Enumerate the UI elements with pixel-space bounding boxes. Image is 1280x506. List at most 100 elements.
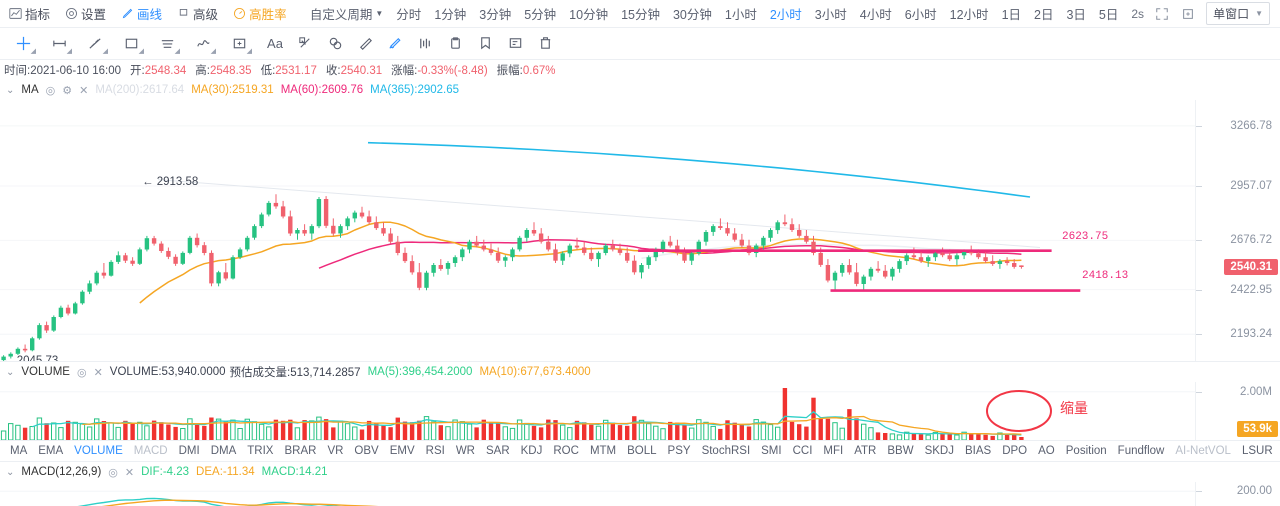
measure-icon[interactable] (410, 30, 440, 58)
toolbar-winrate-button[interactable]: 高胜率 (232, 4, 287, 23)
indicator-tab-kdj[interactable]: KDJ (521, 445, 543, 457)
indicator-tab-stochrsi[interactable]: StochRSI (702, 445, 751, 457)
period-tab-8[interactable]: 2小时 (770, 4, 802, 23)
gear-icon[interactable]: ◎ (77, 366, 87, 379)
horizontal-line-icon[interactable]: ◢ (44, 30, 74, 58)
trend-line-icon[interactable]: ◢ (80, 30, 110, 58)
period-tab-15[interactable]: 3日 (1066, 4, 1085, 23)
refresh-speed-label[interactable]: 2s (1131, 7, 1144, 21)
indicator-tab-emv[interactable]: EMV (390, 445, 415, 457)
wave-icon[interactable]: ◢ (188, 30, 218, 58)
period-tab-5[interactable]: 15分钟 (621, 4, 660, 23)
indicator-tab-vr[interactable]: VR (327, 445, 343, 457)
indicator-tab-ma[interactable]: MA (10, 445, 27, 457)
indicator-tab-psy[interactable]: PSY (668, 445, 691, 457)
rectangle-icon[interactable]: ◢ (116, 30, 146, 58)
volume-chart-panel[interactable]: 缩量 2.00M 53.9k (0, 382, 1280, 440)
chevron-down-icon[interactable]: ⌄ (6, 85, 14, 96)
toolbar-indicator-button[interactable]: 指标 (8, 4, 50, 23)
indicator-tab-dpo[interactable]: DPO (1002, 445, 1027, 457)
indicator-tab-wr[interactable]: WR (456, 445, 475, 457)
bookmark-icon[interactable] (470, 30, 500, 58)
period-tab-6[interactable]: 30分钟 (673, 4, 712, 23)
indicator-tab-atr[interactable]: ATR (854, 445, 876, 457)
close-icon[interactable]: ✕ (94, 366, 103, 379)
period-tab-16[interactable]: 5日 (1099, 4, 1118, 23)
custom-period-dropdown[interactable]: 自定义周期 ▼ (310, 4, 383, 23)
trash-icon[interactable] (530, 30, 560, 58)
price-axis[interactable]: 3266.78 2957.07 2676.72 2422.95 2193.24 2540.… (1195, 100, 1280, 361)
price-plot-area[interactable]: ← 2913.58 ← 2045.73 2623.75 2418.13 (0, 100, 1195, 361)
period-tab-3[interactable]: 5分钟 (524, 4, 556, 23)
fib-box-icon[interactable]: ◢ (224, 30, 254, 58)
tool-options-caret-icon[interactable]: ◢ (103, 47, 108, 55)
indicator-tab-trix[interactable]: TRIX (247, 445, 273, 457)
period-tab-7[interactable]: 1小时 (725, 4, 757, 23)
toolbar-settings-button[interactable]: 设置 (64, 4, 106, 23)
note-edit-icon[interactable] (500, 30, 530, 58)
indicator-tab-volume[interactable]: VOLUME (74, 445, 123, 457)
indicator-tab-fundflow[interactable]: Fundflow (1118, 445, 1165, 457)
indicator-tab-skdj[interactable]: SKDJ (925, 445, 954, 457)
period-tab-13[interactable]: 1日 (1002, 4, 1021, 23)
period-tab-1[interactable]: 1分钟 (434, 4, 466, 23)
gear-icon[interactable]: ⚙ (62, 84, 72, 97)
indicator-tab-macd[interactable]: MACD (134, 445, 168, 457)
toolbar-draw-button[interactable]: 画线 (120, 4, 162, 23)
indicator-tab-roc[interactable]: ROC (553, 445, 579, 457)
text-tool-icon[interactable]: Aa (260, 30, 290, 58)
macd-chart-panel[interactable]: 200.000.00 (0, 482, 1280, 506)
eye-icon[interactable]: ◎ (46, 84, 56, 97)
indicator-tab-ao[interactable]: AO (1038, 445, 1055, 457)
close-icon[interactable]: ✕ (125, 466, 134, 479)
draw-mode-icon[interactable] (380, 30, 410, 58)
period-tab-2[interactable]: 3分钟 (479, 4, 511, 23)
chevron-down-icon[interactable]: ⌄ (6, 367, 14, 378)
lock-draw-icon[interactable] (320, 30, 350, 58)
indicator-tab-cci[interactable]: CCI (793, 445, 813, 457)
tool-options-caret-icon[interactable]: ◢ (247, 47, 252, 55)
indicator-tab-bbw[interactable]: BBW (887, 445, 913, 457)
eraser-icon[interactable] (350, 30, 380, 58)
close-icon[interactable]: ✕ (79, 84, 88, 97)
macd-axis[interactable]: 200.000.00 (1195, 482, 1280, 506)
macd-plot-area[interactable] (0, 482, 1195, 506)
gear-icon[interactable]: ◎ (108, 466, 118, 479)
volume-axis[interactable]: 2.00M 53.9k (1195, 382, 1280, 440)
indicator-tab-dmi[interactable]: DMI (179, 445, 200, 457)
chevron-down-icon[interactable]: ⌄ (6, 467, 14, 478)
indicator-tab-lsur[interactable]: LSUR (1242, 445, 1273, 457)
tool-options-caret-icon[interactable]: ◢ (67, 47, 72, 55)
tool-options-caret-icon[interactable]: ◢ (211, 47, 216, 55)
window-mode-select[interactable]: 单窗口 ▼ (1206, 2, 1270, 25)
period-tab-10[interactable]: 4小时 (860, 4, 892, 23)
snapshot-icon[interactable] (1180, 6, 1196, 22)
indicator-tab-mtm[interactable]: MTM (590, 445, 616, 457)
indicator-tab-rsi[interactable]: RSI (426, 445, 445, 457)
indicator-tab-bias[interactable]: BIAS (965, 445, 991, 457)
indicator-tab-ema[interactable]: EMA (38, 445, 63, 457)
fullscreen-icon[interactable] (1154, 6, 1170, 22)
period-tab-0[interactable]: 分时 (396, 4, 421, 23)
price-chart-panel[interactable]: ← 2913.58 ← 2045.73 2623.75 2418.13 3266.78… (0, 100, 1280, 362)
indicator-tab-smi[interactable]: SMI (761, 445, 781, 457)
indicator-tab-dma[interactable]: DMA (211, 445, 237, 457)
tool-options-caret-icon[interactable]: ◢ (31, 47, 36, 55)
toolbar-advanced-button[interactable]: 高级 (176, 4, 218, 23)
indicator-tab-ai-netvol[interactable]: AI-NetVOL (1175, 445, 1231, 457)
tool-options-caret-icon[interactable]: ◢ (175, 47, 180, 55)
period-tab-14[interactable]: 2日 (1034, 4, 1053, 23)
tool-options-caret-icon[interactable]: ◢ (139, 47, 144, 55)
indicator-tab-position[interactable]: Position (1066, 445, 1107, 457)
period-tab-9[interactable]: 3小时 (815, 4, 847, 23)
volume-plot-area[interactable]: 缩量 (0, 382, 1195, 440)
crosshair-icon[interactable]: ◢ (8, 30, 38, 58)
period-tab-4[interactable]: 10分钟 (569, 4, 608, 23)
period-tab-12[interactable]: 12小时 (950, 4, 989, 23)
indicator-tab-sar[interactable]: SAR (486, 445, 510, 457)
parallel-lines-icon[interactable]: ◢ (152, 30, 182, 58)
indicator-tab-boll[interactable]: BOLL (627, 445, 656, 457)
magnet-icon[interactable] (290, 30, 320, 58)
indicator-tab-mfi[interactable]: MFI (823, 445, 843, 457)
clipboard-icon[interactable] (440, 30, 470, 58)
